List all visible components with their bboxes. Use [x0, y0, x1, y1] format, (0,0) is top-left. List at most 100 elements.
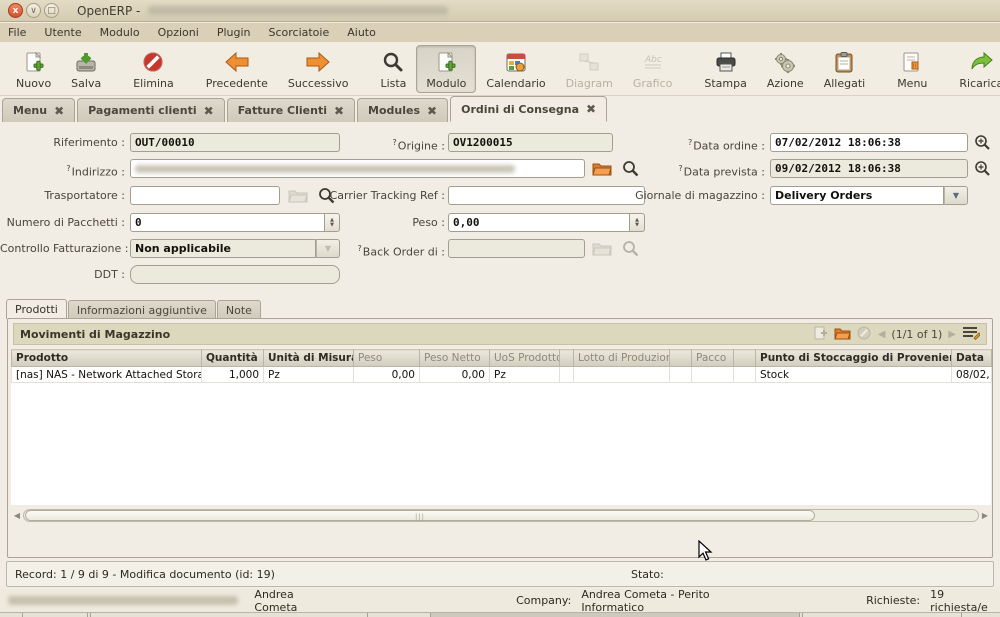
next-button[interactable]: Successivo: [278, 45, 359, 93]
peso-label: Peso :: [305, 214, 445, 232]
pager-left-icon[interactable]: ◀: [878, 329, 886, 340]
giornale-label: Giornale di magazzino :: [620, 187, 765, 205]
open-resource-icon[interactable]: [592, 160, 610, 176]
tab-informazioni-aggiuntive[interactable]: Informazioni aggiuntive: [68, 300, 216, 319]
new-button[interactable]: Nuovo: [6, 45, 61, 93]
back-order-label: ?Back Order di :: [305, 240, 445, 258]
gears-icon: [772, 51, 798, 75]
menu-modulo[interactable]: Modulo: [100, 26, 140, 39]
scroll-right-icon[interactable]: ▶: [979, 511, 991, 520]
close-tab-icon[interactable]: ✖: [586, 102, 596, 116]
data-ordine-label: ?Data ordine :: [620, 134, 765, 152]
document-tabs: Menu✖ Pagamenti clienti✖ Fatture Clienti…: [0, 96, 1000, 122]
tab-ordini-di-consegna[interactable]: Ordini di Consegna✖: [450, 96, 607, 122]
controllo-fatturazione-combo[interactable]: Non applicabile: [130, 239, 316, 258]
chart-icon: Abc: [641, 51, 665, 75]
notebook-tabs: Prodotti Informazioni aggiuntive Note: [6, 299, 262, 319]
tab-note[interactable]: Note: [217, 300, 261, 319]
svg-text:Abc: Abc: [644, 55, 662, 65]
window-maximize-icon[interactable]: □: [44, 3, 59, 18]
menu-button[interactable]: Menu: [887, 45, 937, 93]
save-button[interactable]: Salva: [61, 45, 111, 93]
trasportatore-field[interactable]: [130, 186, 280, 205]
tab-pagamenti-clienti[interactable]: Pagamenti clienti✖: [77, 98, 225, 122]
close-tab-icon[interactable]: ✖: [54, 104, 64, 118]
menu-scorciatoie[interactable]: Scorciatoie: [268, 26, 329, 39]
bottom-strip: [0, 612, 1000, 617]
back-order-field: [448, 239, 585, 258]
data-prevista-label: ?Data prevista :: [620, 160, 765, 178]
calendar-view-button[interactable]: Calendario: [476, 45, 555, 93]
reload-button[interactable]: Ricarica: [949, 45, 1000, 93]
tab-prodotti[interactable]: Prodotti: [6, 299, 67, 319]
scroll-left-icon[interactable]: ◀: [11, 511, 23, 520]
action-button[interactable]: Azione: [757, 45, 814, 93]
origine-field[interactable]: [448, 133, 613, 152]
list-view-button[interactable]: Lista: [370, 45, 416, 93]
graph-view-button: Abc Grafico: [623, 45, 683, 93]
close-tab-icon[interactable]: ✖: [427, 104, 437, 118]
menu-utente[interactable]: Utente: [44, 26, 81, 39]
previous-button[interactable]: Precedente: [196, 45, 278, 93]
peso-spinner[interactable]: ▲▼: [630, 213, 645, 232]
attachments-button[interactable]: Allegati: [814, 45, 876, 93]
search-icon: [381, 51, 405, 75]
prodotti-panel: Movimenti di Magazzino ◀ (1/1 of 1) ▶ Pr…: [7, 318, 993, 558]
table-header-row[interactable]: Prodotto Quantità Unità di Misura Peso P…: [12, 350, 992, 367]
tab-fatture-clienti[interactable]: Fatture Clienti✖: [227, 98, 355, 122]
tab-modules[interactable]: Modules✖: [357, 98, 448, 122]
switch-view-icon[interactable]: [962, 325, 980, 343]
giornale-combo[interactable]: Delivery Orders: [770, 186, 944, 205]
close-tab-icon[interactable]: ✖: [334, 104, 344, 118]
print-button[interactable]: Stampa: [694, 45, 756, 93]
redacted-title-text: [148, 6, 448, 15]
redacted-server-text: [8, 596, 238, 605]
peso-field[interactable]: [448, 213, 630, 232]
carrier-tracking-field[interactable]: [448, 186, 645, 205]
list-empty-area[interactable]: [11, 383, 991, 505]
open-line-icon[interactable]: [834, 326, 851, 343]
form-view-button[interactable]: Modulo: [416, 45, 476, 93]
record-status-bar: Record: 1 / 9 di 9 - Modifica documento …: [6, 561, 994, 587]
pager-right-icon[interactable]: ▶: [948, 329, 956, 340]
search-icon-disabled: [622, 240, 640, 256]
menu-aiuto[interactable]: Aiuto: [347, 26, 376, 39]
numero-pacchetti-field[interactable]: [130, 213, 325, 232]
title-bar: x ∨ □ OpenERP -: [0, 0, 1000, 22]
mouse-cursor: [698, 540, 714, 565]
stato-status-label: Stato:: [631, 568, 664, 581]
openerp-window: x ∨ □ OpenERP - File Utente Modulo Opzio…: [0, 0, 1000, 617]
printer-icon: [714, 51, 738, 75]
diagram-icon: [577, 51, 601, 75]
table-row[interactable]: [nas] NAS - Network Attached Storage 1,0…: [12, 367, 992, 383]
save-icon: [74, 51, 98, 75]
clipboard-icon: [832, 51, 856, 75]
ddt-label: DDT :: [0, 266, 125, 284]
horizontal-scrollbar[interactable]: ◀ ||| ▶: [11, 508, 991, 523]
toolbar: Nuovo Salva Elimina Precedente Successiv…: [0, 42, 1000, 96]
form-icon: [434, 51, 458, 75]
delete-line-icon: [857, 326, 872, 343]
open-resource-icon-disabled: [592, 240, 610, 256]
menu-opzioni[interactable]: Opzioni: [158, 26, 199, 39]
delete-button[interactable]: Elimina: [123, 45, 184, 93]
giornale-dropdown-icon[interactable]: ▼: [944, 186, 968, 205]
diagram-view-button: Diagram: [556, 45, 623, 93]
arrow-right-icon: [305, 51, 331, 75]
window-close-icon[interactable]: x: [8, 3, 23, 18]
zoom-date-icon[interactable]: [974, 134, 992, 150]
indirizzo-field[interactable]: [130, 159, 585, 178]
tab-menu[interactable]: Menu✖: [2, 98, 75, 122]
menu-bar: File Utente Modulo Opzioni Plugin Scorci…: [0, 23, 1000, 42]
delete-icon: [141, 51, 165, 75]
window-minimize-icon[interactable]: ∨: [26, 3, 41, 18]
scrollbar-thumb[interactable]: |||: [25, 510, 815, 521]
data-prevista-field[interactable]: [770, 159, 968, 178]
data-ordine-field[interactable]: [770, 133, 968, 152]
close-tab-icon[interactable]: ✖: [204, 104, 214, 118]
trasportatore-label: Trasportatore :: [0, 187, 125, 205]
origine-label: ?Origine :: [305, 134, 445, 152]
zoom-date-icon[interactable]: [974, 160, 992, 176]
menu-plugin[interactable]: Plugin: [217, 26, 251, 39]
menu-file[interactable]: File: [8, 26, 26, 39]
